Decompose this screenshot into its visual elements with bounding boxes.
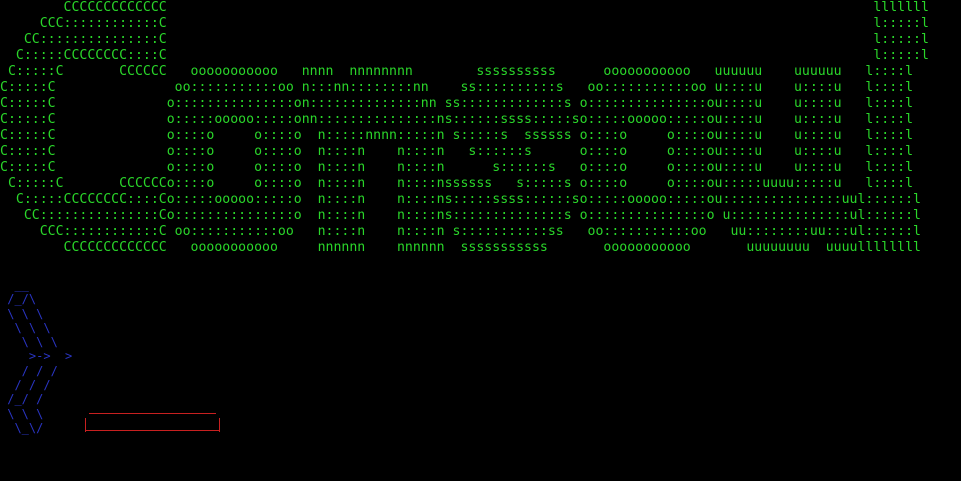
prompt-art-line: / / /	[0, 378, 51, 393]
prompt-art-line: \ \ \	[0, 306, 44, 321]
banner-line: C:::::C CCCCCC ooooooooooo nnnn nnnnnnnn…	[0, 64, 914, 79]
banner-line: C:::::C o::::o o::::o n::::n n::::n s:::…	[0, 160, 914, 175]
banner-line: C:::::CCCCCCCC::::C l:::::l	[0, 48, 929, 63]
banner-line: CCCCCCCCCCCCC ooooooooooo nnnnnn nnnnnn …	[0, 240, 921, 255]
prompt-art-line: >-> >	[0, 349, 73, 364]
banner-line: CCCCCCCCCCCCC lllllll	[0, 0, 929, 15]
input-box-top-border	[89, 413, 216, 414]
banner-line: CCC::::::::::::C l:::::l	[0, 16, 929, 31]
banner-line: C:::::C o::::o o::::o n::::n n::::n s:::…	[0, 144, 914, 159]
command-input[interactable]	[90, 415, 214, 429]
prompt-art-line: \ \ \	[0, 335, 58, 350]
input-box-right-border	[219, 418, 220, 432]
prompt-art-line: \ \ \	[0, 406, 44, 421]
banner-line: C:::::CCCCCCCC::::Co:::::ooooo:::::o n::…	[0, 192, 921, 207]
prompt-art-line: /_/ /	[0, 392, 44, 407]
console-ascii-banner: CCCCCCCCCCCCC lllllll CCC::::::::::::C l…	[0, 0, 929, 256]
input-box-bottom-border	[86, 430, 219, 431]
banner-line: C:::::C o:::::ooooo:::::onn:::::::::::::…	[0, 112, 914, 127]
prompt-art-line: /_/\	[0, 292, 37, 307]
prompt-arrow-icon: __ /_/\ \ \ \ \ \ \ \ \ \ >-> > / / / / …	[0, 278, 72, 435]
banner-line: C:::::C CCCCCCo::::o o::::o n::::n n::::…	[0, 176, 914, 191]
prompt-art-line: \ \ \	[0, 320, 51, 335]
banner-line: C:::::C o:::::::::::::::on::::::::::::::…	[0, 96, 914, 111]
prompt-art-line: __	[0, 278, 29, 292]
command-input-box[interactable]	[84, 413, 221, 432]
prompt-art-line: / / /	[0, 363, 58, 378]
terminal-window: CCCCCCCCCCCCC lllllll CCC::::::::::::C l…	[0, 0, 961, 481]
prompt-art-line: \_\/	[0, 420, 44, 435]
banner-line: CC:::::::::::::::Co:::::::::::::::o n:::…	[0, 208, 921, 223]
banner-line: C:::::C oo:::::::::::oo n:::nn::::::::nn…	[0, 80, 914, 95]
banner-line: C:::::C o::::o o::::o n:::::nnnn:::::n s…	[0, 128, 914, 143]
banner-line: CC:::::::::::::::C l:::::l	[0, 32, 929, 47]
banner-line: CCC::::::::::::C oo:::::::::::oo n::::n …	[0, 224, 921, 239]
